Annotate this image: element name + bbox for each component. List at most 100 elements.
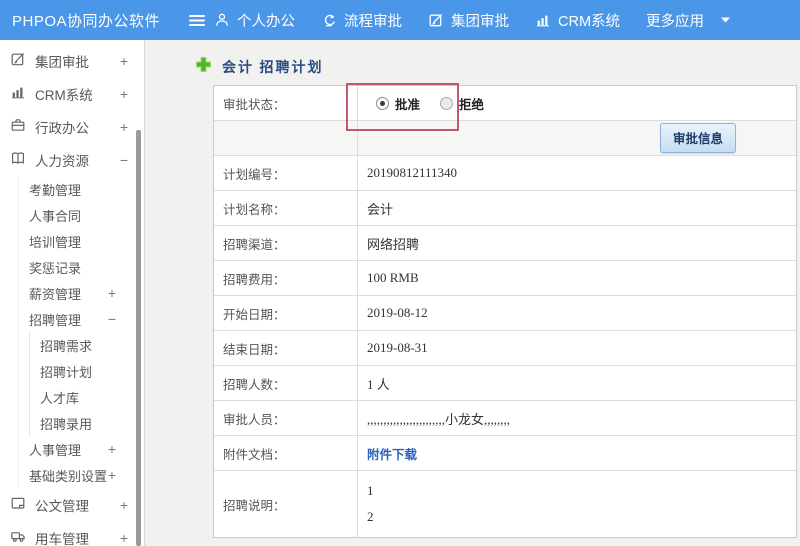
field-label: 招聘说明：	[214, 471, 358, 537]
sidebar-item-recruit-demand[interactable]: 招聘需求	[30, 332, 144, 358]
expand-toggle[interactable]: +	[120, 497, 128, 513]
sidebar-item-label: 奖惩记录	[29, 260, 82, 276]
sidebar-item-human-resources[interactable]: 人力资源 −	[0, 143, 144, 176]
main-content: 会计 招聘计划 审批状态： 批准 拒绝 审批信息 计划编号： 201908121…	[145, 40, 800, 546]
sidebar-item-base-category-settings[interactable]: 基础类别设置 +	[19, 462, 144, 488]
row-approval-status: 审批状态： 批准 拒绝	[214, 86, 796, 121]
sidebar-item-label: 考勤管理	[29, 182, 82, 198]
approval-info-button[interactable]: 审批信息	[659, 123, 736, 153]
row-plan-name: 计划名称： 会计	[214, 191, 796, 226]
nav-item-crm-system[interactable]: CRM系统	[535, 10, 620, 31]
book-icon	[10, 150, 26, 169]
sidebar-item-label: 薪资管理	[29, 286, 82, 302]
expand-toggle[interactable]: +	[120, 119, 128, 135]
sidebar-item-label: 招聘计划	[40, 364, 93, 380]
sidebar-item-group-approval[interactable]: 集团审批 +	[0, 44, 144, 77]
row-end-date: 结束日期： 2019-08-31	[214, 331, 796, 366]
edit-icon	[428, 12, 444, 28]
bar-chart-icon	[10, 84, 26, 103]
nav-item-workflow-approval[interactable]: 流程审批	[321, 10, 402, 31]
expand-toggle[interactable]: +	[108, 285, 116, 301]
top-navbar: PHPOA协同办公软件 个人办公 流程审批 集团审批 CRM系统 更多应用	[0, 0, 800, 40]
sidebar-item-personnel-mgmt[interactable]: 人事管理 +	[19, 436, 144, 462]
sidebar-scrollbar[interactable]	[136, 130, 141, 546]
nav-item-more-apps[interactable]: 更多应用	[646, 10, 731, 31]
row-recruit-headcount: 招聘人数： 1 人	[214, 366, 796, 401]
app-title: PHPOA协同办公软件	[12, 12, 161, 30]
expand-toggle[interactable]: +	[108, 441, 116, 457]
sidebar-item-label: 人力资源	[35, 153, 89, 169]
sidebar-item-crm-system[interactable]: CRM系统 +	[0, 77, 144, 110]
sidebar-item-attendance-mgmt[interactable]: 考勤管理	[19, 176, 144, 202]
field-label: 结束日期：	[214, 331, 358, 365]
radio-approve-label[interactable]: 批准	[395, 94, 420, 113]
user-icon	[214, 12, 230, 28]
sidebar-item-recruit-hire[interactable]: 招聘录用	[30, 410, 144, 436]
nav-label: 集团审批	[451, 13, 509, 30]
sidebar-item-reward-punishment[interactable]: 奖惩记录	[19, 254, 144, 280]
page-title: 会计 招聘计划	[222, 61, 324, 76]
nav-item-group-approval[interactable]: 集团审批	[428, 10, 509, 31]
attachment-download-link[interactable]: 附件下载	[367, 444, 417, 463]
row-approve-button: 审批信息	[214, 121, 796, 156]
field-label: 招聘费用：	[214, 261, 358, 295]
recruit-plan-detail-table: 审批状态： 批准 拒绝 审批信息 计划编号： 20190812111340 计划…	[213, 83, 797, 538]
navbar-menu: 个人办公 流程审批 集团审批 CRM系统 更多应用	[214, 10, 731, 31]
sidebar-item-salary-mgmt[interactable]: 薪资管理 +	[19, 280, 144, 306]
sidebar-item-label: 基础类别设置	[29, 468, 108, 484]
field-label: 招聘人数：	[214, 366, 358, 400]
row-attachment: 附件文档： 附件下载	[214, 436, 796, 471]
row-approvers: 审批人员： ,,,,,,,,,,,,,,,,,,,,,,,,小龙女,,,,,,,…	[214, 401, 796, 436]
page-header: 会计 招聘计划	[195, 56, 800, 78]
sidebar: 集团审批 + CRM系统 + 行政办公 + 人力资源 − 考勤管理 人事合同 培…	[0, 40, 145, 546]
field-value: 1 2	[358, 471, 796, 537]
field-label: 计划编号：	[214, 156, 358, 190]
sidebar-item-label: 集团审批	[35, 54, 89, 70]
field-value: 网络招聘	[367, 236, 420, 252]
radio-reject-label[interactable]: 拒绝	[459, 94, 484, 113]
expand-toggle[interactable]: +	[120, 530, 128, 546]
add-plus-icon[interactable]	[195, 56, 212, 78]
nav-label: 个人办公	[237, 13, 295, 30]
field-label: 附件文档：	[214, 436, 358, 470]
sidebar-item-document-mgmt[interactable]: 公文管理 +	[0, 488, 144, 521]
collapse-toggle[interactable]: −	[120, 152, 128, 168]
field-label: 计划名称：	[214, 191, 358, 225]
sidebar-item-recruit-plan[interactable]: 招聘计划	[30, 358, 144, 384]
field-value: 附件下载	[358, 436, 796, 470]
approval-radio-group: 批准 拒绝	[358, 86, 796, 120]
field-label: 审批状态：	[214, 86, 358, 120]
field-value: ,,,,,,,,,,,,,,,,,,,,,,,,小龙女,,,,,,,,	[367, 411, 511, 427]
sidebar-item-talent-pool[interactable]: 人才库	[30, 384, 144, 410]
sidebar-item-vehicle-mgmt[interactable]: 用车管理 +	[0, 521, 144, 546]
nav-item-personal-office[interactable]: 个人办公	[214, 10, 295, 31]
caret-down-icon	[721, 17, 731, 23]
sidebar-item-training-mgmt[interactable]: 培训管理	[19, 228, 144, 254]
field-value: 1 人	[367, 376, 390, 392]
truck-icon	[10, 528, 26, 546]
briefcase-icon	[10, 117, 26, 136]
field-label: 开始日期：	[214, 296, 358, 330]
expand-toggle[interactable]: +	[120, 53, 128, 69]
row-plan-number: 计划编号： 20190812111340	[214, 156, 796, 191]
sidebar-item-label: 人事合同	[29, 208, 82, 224]
sidebar-item-admin-office[interactable]: 行政办公 +	[0, 110, 144, 143]
radio-reject[interactable]	[440, 96, 454, 110]
field-value: 20190812111340	[367, 165, 458, 180]
sidebar-item-personnel-contract[interactable]: 人事合同	[19, 202, 144, 228]
expand-toggle[interactable]: +	[108, 467, 116, 483]
bar-chart-icon	[535, 12, 551, 28]
document-icon	[10, 495, 26, 514]
button-cell: 审批信息	[358, 121, 796, 155]
field-label-empty	[214, 121, 358, 155]
hamburger-menu-icon[interactable]	[188, 12, 206, 28]
radio-approve[interactable]	[376, 96, 389, 110]
field-label: 审批人员：	[214, 401, 358, 435]
sidebar-item-label: 人事管理	[29, 442, 82, 458]
row-start-date: 开始日期： 2019-08-12	[214, 296, 796, 331]
collapse-toggle[interactable]: −	[108, 311, 116, 327]
edit-icon	[10, 51, 26, 70]
sidebar-item-recruit-mgmt[interactable]: 招聘管理 −	[19, 306, 144, 332]
workflow-icon	[321, 12, 337, 28]
expand-toggle[interactable]: +	[120, 86, 128, 102]
